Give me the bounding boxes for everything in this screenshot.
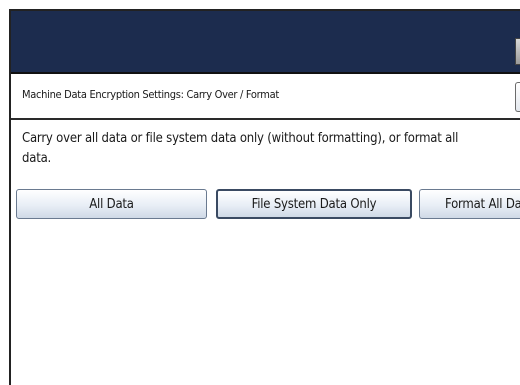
title-bar [11, 11, 520, 74]
all-data-button[interactable]: All Data [16, 189, 207, 219]
format-button[interactable]: Format All Data [419, 189, 520, 219]
instruction-text: Carry over all data or file system data … [22, 131, 459, 166]
settings-header: Machine Data Encryption Settings: Carry … [11, 74, 520, 120]
file-system-data-only-button[interactable]: File System Data Only [216, 189, 412, 219]
header-button[interactable] [515, 82, 520, 112]
page-title: Machine Data Encryption Settings: Carry … [22, 88, 279, 101]
title-bar-button[interactable] [515, 38, 520, 65]
